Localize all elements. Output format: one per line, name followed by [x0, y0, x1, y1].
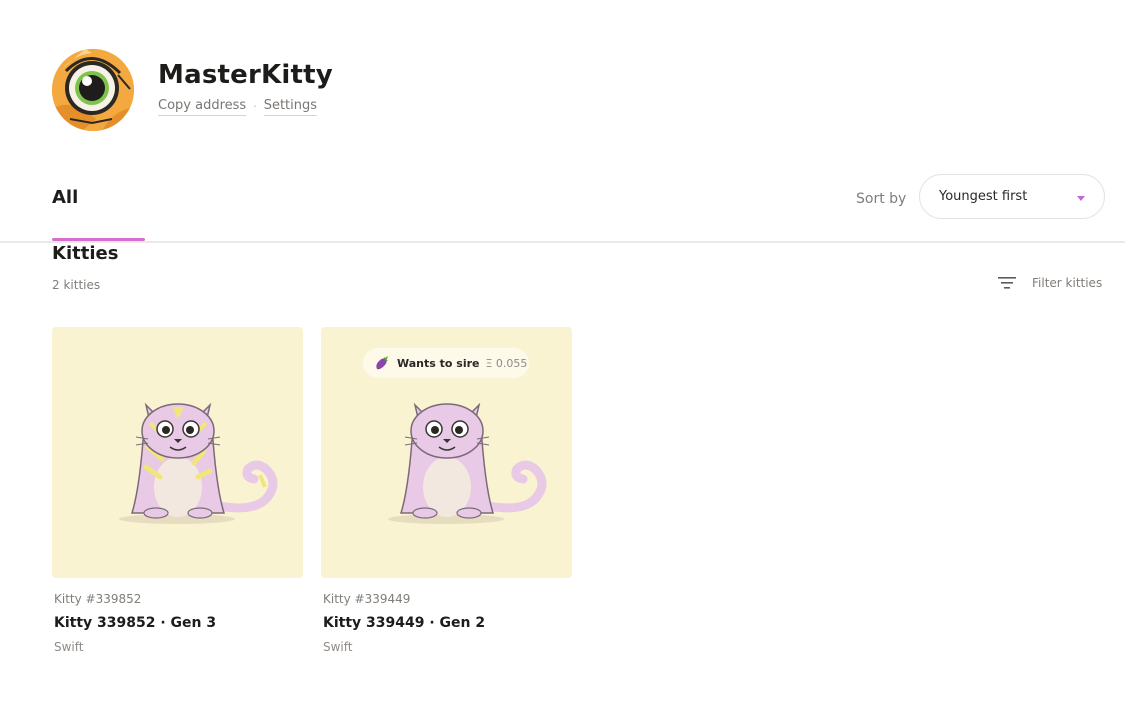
- active-tab-indicator: [52, 238, 145, 241]
- sort-dropdown[interactable]: Youngest first: [919, 174, 1105, 219]
- sire-badge[interactable]: Wants to sire Ξ 0.055: [363, 348, 529, 378]
- filter-icon: [998, 277, 1016, 289]
- chevron-down-icon: [1077, 196, 1085, 201]
- badge-label: Wants to sire: [397, 356, 480, 370]
- profile-header: MasterKitty Copy address · Settings: [52, 49, 333, 131]
- kitty-speed: Swift: [323, 640, 353, 654]
- profile-page: MasterKitty Copy address · Settings All …: [0, 0, 1125, 708]
- kitty-speed: Swift: [54, 640, 84, 654]
- kitty-id: Kitty #339449: [323, 592, 411, 606]
- badge-price: Ξ 0.055: [485, 356, 528, 370]
- kitty-id: Kitty #339852: [54, 592, 142, 606]
- kitty-image: Wants to sire Ξ 0.055: [321, 327, 572, 578]
- kitty-card[interactable]: Wants to sire Ξ 0.055 Kitty #339449 Kitt…: [321, 327, 572, 654]
- filter-kitties-button[interactable]: Filter kitties: [998, 276, 1102, 290]
- link-separator: ·: [253, 100, 257, 113]
- sort-label: Sort by: [856, 191, 907, 207]
- settings-link[interactable]: Settings: [263, 98, 318, 116]
- tab-all-kitties[interactable]: All Kitties: [52, 170, 145, 264]
- kitty-card[interactable]: Kitty #339852 Kitty 339852 · Gen 3 Swift: [52, 327, 303, 654]
- kitty-image: [52, 327, 303, 578]
- sort-selected-value: Youngest first: [939, 189, 1028, 204]
- username: MasterKitty: [158, 59, 333, 90]
- copy-address-link[interactable]: Copy address: [158, 98, 247, 116]
- tabs-bar: All Kitties Sort by Youngest first: [0, 170, 1125, 264]
- cat-eye-icon: [52, 49, 134, 131]
- profile-info: MasterKitty Copy address · Settings: [158, 59, 333, 116]
- kitty-name: Kitty 339449 · Gen 2: [323, 615, 486, 631]
- cat-illustration-icon: [119, 402, 278, 524]
- eggplant-icon: [376, 356, 388, 370]
- kitty-name: Kitty 339852 · Gen 3: [54, 615, 217, 631]
- filter-label: Filter kitties: [1032, 276, 1103, 290]
- kitty-count: 2 kitties: [52, 278, 101, 292]
- profile-links: Copy address · Settings: [158, 98, 333, 116]
- avatar[interactable]: [52, 49, 134, 131]
